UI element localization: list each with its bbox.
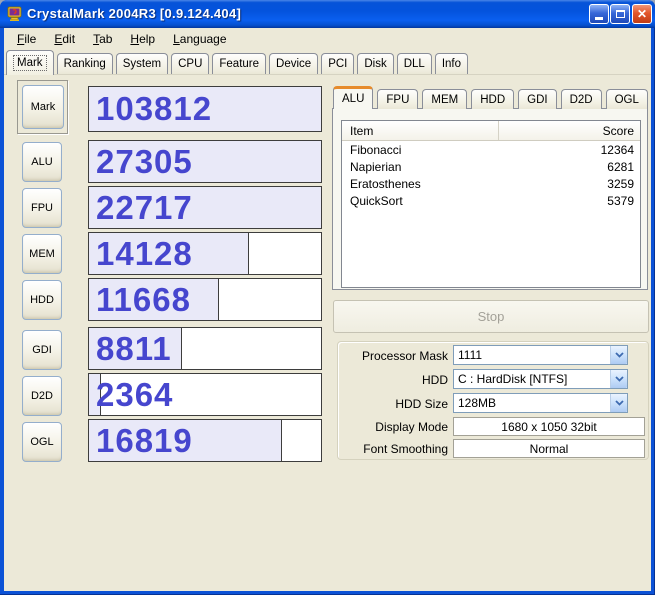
- score-bar-fpu: 22717: [88, 186, 322, 229]
- detail-tab-ogl[interactable]: OGL: [605, 89, 648, 109]
- tab-info[interactable]: Info: [434, 53, 469, 74]
- hdd-select[interactable]: C : HardDisk [NTFS]: [453, 369, 628, 389]
- stop-button[interactable]: Stop: [333, 300, 649, 333]
- tab-pci[interactable]: PCI: [321, 53, 355, 74]
- tab-mark[interactable]: Mark: [6, 50, 54, 75]
- tab-dll[interactable]: DLL: [396, 53, 432, 74]
- run-hdd-button[interactable]: HDD: [22, 280, 62, 320]
- detail-tab-strip: ALU FPU MEM HDD GDI D2D OGL: [333, 86, 652, 109]
- menu-help[interactable]: Help: [121, 30, 164, 48]
- menu-edit[interactable]: Edit: [45, 30, 84, 48]
- minimize-icon: [595, 17, 603, 20]
- maximize-button[interactable]: [610, 4, 630, 24]
- score-value-d2d: 2364: [96, 375, 174, 413]
- menu-language[interactable]: Language: [164, 30, 235, 48]
- detail-tab-alu[interactable]: ALU: [333, 86, 374, 109]
- font-smoothing-value: Normal: [453, 439, 645, 458]
- detail-tab-d2d[interactable]: D2D: [560, 89, 602, 109]
- menu-file[interactable]: File: [8, 30, 45, 48]
- score-bar-alu: 27305: [88, 140, 322, 183]
- score-value-ogl: 16819: [96, 421, 193, 459]
- score-bar-mark: 103812: [88, 86, 322, 132]
- score-cell: 12364: [600, 142, 634, 157]
- dropdown-arrow-icon[interactable]: [610, 370, 627, 388]
- item-cell: QuickSort: [350, 193, 403, 208]
- item-cell: Eratosthenes: [350, 176, 421, 191]
- score-cell: 3259: [607, 176, 634, 191]
- item-cell: Fibonacci: [350, 142, 402, 157]
- score-bar-d2d: 2364: [88, 373, 322, 416]
- score-value-mark: 103812: [96, 90, 213, 127]
- hdd-label: HDD: [422, 373, 448, 387]
- app-window: CrystalMark 2004R3 [0.9.124.404] ✕ File …: [0, 0, 655, 595]
- minimize-button[interactable]: [589, 4, 609, 24]
- run-mark-button[interactable]: Mark: [22, 85, 64, 129]
- run-gdi-button[interactable]: GDI: [22, 330, 62, 370]
- close-button[interactable]: ✕: [632, 4, 652, 24]
- score-cell: 6281: [607, 159, 634, 174]
- detail-panel: Item Score Fibonacci 12364 Napierian 628…: [332, 108, 648, 290]
- table-row[interactable]: Eratosthenes 3259: [342, 175, 640, 192]
- score-bar-ogl: 16819: [88, 419, 322, 462]
- dropdown-arrow-icon[interactable]: [610, 394, 627, 412]
- result-list: Item Score Fibonacci 12364 Napierian 628…: [341, 120, 641, 288]
- tab-system[interactable]: System: [115, 53, 169, 74]
- run-d2d-button[interactable]: D2D: [22, 376, 62, 416]
- run-fpu-button[interactable]: FPU: [22, 188, 62, 228]
- score-cell: 5379: [607, 193, 634, 208]
- dropdown-arrow-icon[interactable]: [610, 346, 627, 364]
- run-alu-button[interactable]: ALU: [22, 142, 62, 182]
- display-mode-label: Display Mode: [375, 420, 448, 434]
- column-header-item[interactable]: Item: [342, 121, 498, 140]
- tab-feature[interactable]: Feature: [212, 53, 267, 74]
- menu-tab[interactable]: Tab: [84, 30, 121, 48]
- result-list-header: Item Score: [342, 121, 640, 141]
- tab-cpu[interactable]: CPU: [171, 53, 210, 74]
- hdd-size-select[interactable]: 128MB: [453, 393, 628, 413]
- maximize-icon: [615, 10, 625, 18]
- score-value-fpu: 22717: [96, 188, 193, 226]
- score-value-alu: 27305: [96, 142, 193, 180]
- score-bar-gdi: 8811: [88, 327, 322, 370]
- font-smoothing-label: Font Smoothing: [363, 442, 448, 456]
- run-ogl-button[interactable]: OGL: [22, 422, 62, 462]
- score-bar-hdd: 11668: [88, 278, 322, 321]
- window-title: CrystalMark 2004R3 [0.9.124.404]: [27, 6, 242, 21]
- score-bar-mem: 14128: [88, 232, 322, 275]
- score-value-gdi: 8811: [96, 329, 172, 367]
- processor-mask-select[interactable]: 1111: [453, 345, 628, 365]
- tab-ranking[interactable]: Ranking: [56, 53, 113, 74]
- detail-tab-hdd[interactable]: HDD: [471, 89, 515, 109]
- table-row[interactable]: Napierian 6281: [342, 158, 640, 175]
- score-value-hdd: 11668: [96, 280, 191, 318]
- table-row[interactable]: QuickSort 5379: [342, 192, 640, 209]
- main-tab-strip: Mark Ranking System CPU Feature Device P…: [4, 49, 651, 75]
- menu-bar: File Edit Tab Help Language: [4, 28, 651, 49]
- run-mem-button[interactable]: MEM: [22, 234, 62, 274]
- detail-tab-gdi[interactable]: GDI: [518, 89, 557, 109]
- title-bar: CrystalMark 2004R3 [0.9.124.404] ✕: [0, 0, 655, 28]
- tab-disk[interactable]: Disk: [357, 53, 394, 74]
- close-icon: ✕: [636, 7, 648, 21]
- processor-mask-label: Processor Mask: [361, 349, 448, 363]
- item-cell: Napierian: [350, 159, 402, 174]
- detail-tab-fpu[interactable]: FPU: [377, 89, 419, 109]
- hdd-size-label: HDD Size: [395, 397, 448, 411]
- detail-tab-mem[interactable]: MEM: [422, 89, 468, 109]
- score-value-mem: 14128: [96, 234, 193, 272]
- tab-device[interactable]: Device: [269, 53, 319, 74]
- table-row[interactable]: Fibonacci 12364: [342, 141, 640, 158]
- display-mode-value: 1680 x 1050 32bit: [453, 417, 645, 436]
- app-icon: [7, 6, 23, 22]
- client-area: File Edit Tab Help Language Mark Ranking…: [4, 28, 651, 591]
- column-header-score[interactable]: Score: [498, 121, 640, 140]
